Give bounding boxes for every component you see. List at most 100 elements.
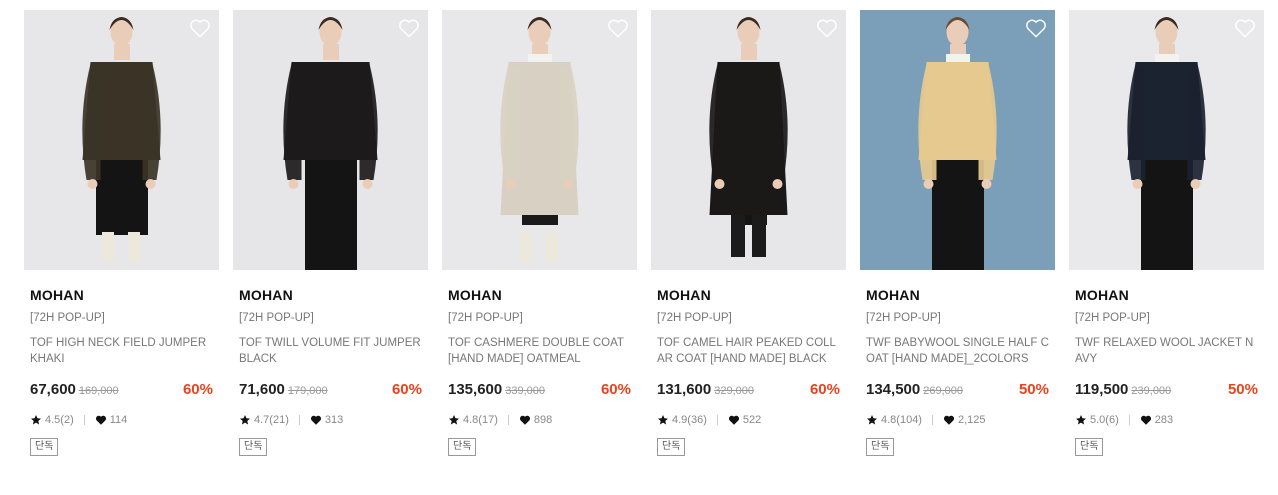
brand-name[interactable]: MOHAN: [866, 287, 1049, 303]
wishlist-heart-icon[interactable]: [607, 18, 629, 38]
exclusive-badge: 단독: [1075, 438, 1104, 456]
like-count: 522: [742, 414, 762, 426]
star-icon: [657, 414, 669, 426]
original-price: 269,000: [923, 385, 963, 397]
rating-value: 4.7(21): [254, 414, 289, 426]
divider: [716, 415, 718, 425]
product-card[interactable]: MOHAN [72H POP-UP] TOF CAMEL HAIR PEAKED C…: [651, 10, 846, 480]
price-row: 71,600 179,000 60%: [239, 381, 422, 401]
heart-icon: [728, 414, 740, 426]
wishlist-heart-icon[interactable]: [1025, 18, 1047, 38]
product-grid: MOHAN [72H POP-UP] TOF HIGH NECK FIELD JUM…: [0, 0, 1278, 495]
star-icon: [239, 414, 251, 426]
review-meta: 4.9(36) 522: [657, 413, 840, 427]
heart-icon: [943, 414, 955, 426]
star-icon: [1075, 414, 1087, 426]
product-card[interactable]: MOHAN [72H POP-UP] TOF CASHMERE DOUBLE COA…: [442, 10, 637, 480]
divider: [1128, 415, 1130, 425]
product-name[interactable]: TOF CAMEL HAIR PEAKED COLLAR COAT [HAND …: [657, 335, 840, 367]
discount-rate: 60%: [600, 381, 631, 398]
wishlist-heart-icon[interactable]: [816, 18, 838, 38]
exclusive-badge: 단독: [657, 438, 686, 456]
rating-value: 5.0(6): [1090, 414, 1119, 426]
product-image[interactable]: [233, 10, 428, 270]
heart-icon: [519, 414, 531, 426]
brand-name[interactable]: MOHAN: [1075, 287, 1258, 303]
sale-price: 119,500: [1075, 381, 1129, 398]
like-count: 898: [533, 414, 553, 426]
rating-value: 4.5(2): [45, 414, 74, 426]
star-icon: [866, 414, 878, 426]
like-count: 2,125: [957, 414, 986, 426]
price-row: 67,600 169,000 60%: [30, 381, 213, 401]
star-icon: [448, 414, 460, 426]
product-name[interactable]: TOF CASHMERE DOUBLE COAT [HAND MADE] OAT…: [448, 335, 631, 367]
sale-price: 134,500: [866, 381, 921, 398]
wishlist-heart-icon[interactable]: [189, 18, 211, 38]
divider: [507, 415, 509, 425]
brand-name[interactable]: MOHAN: [448, 287, 631, 303]
review-meta: 5.0(6) 283: [1075, 413, 1258, 427]
product-card[interactable]: MOHAN [72H POP-UP] TWF RELAXED WOOL JACKET…: [1069, 10, 1264, 480]
heart-icon: [1140, 414, 1152, 426]
sale-price: 135,600: [448, 381, 503, 398]
exclusive-badge: 단독: [866, 438, 895, 456]
product-image[interactable]: [860, 10, 1055, 270]
price-row: 119,500 239,000 50%: [1075, 381, 1258, 401]
product-image[interactable]: [1069, 10, 1264, 270]
product-image[interactable]: [651, 10, 846, 270]
wishlist-heart-icon[interactable]: [1234, 18, 1256, 38]
rating-value: 4.8(104): [881, 414, 922, 426]
star-icon: [30, 414, 42, 426]
product-name[interactable]: TOF HIGH NECK FIELD JUMPER KHAKI: [30, 335, 213, 367]
exclusive-badge: 단독: [30, 438, 59, 456]
original-price: 329,000: [714, 385, 754, 397]
divider: [83, 415, 85, 425]
divider: [298, 415, 300, 425]
promo-tag: [72H POP-UP]: [1075, 312, 1150, 324]
like-count: 313: [324, 414, 344, 426]
promo-tag: [72H POP-UP]: [657, 312, 732, 324]
product-image[interactable]: [24, 10, 219, 270]
promo-tag: [72H POP-UP]: [866, 312, 941, 324]
brand-name[interactable]: MOHAN: [239, 287, 422, 303]
promo-tag: [72H POP-UP]: [239, 312, 314, 324]
discount-rate: 50%: [1018, 381, 1049, 398]
original-price: 179,000: [287, 385, 328, 397]
promo-tag: [72H POP-UP]: [448, 312, 523, 324]
discount-rate: 50%: [1227, 381, 1258, 398]
heart-icon: [310, 414, 322, 426]
brand-name[interactable]: MOHAN: [657, 287, 840, 303]
rating-value: 4.9(36): [672, 414, 707, 426]
product-image[interactable]: [442, 10, 637, 270]
review-meta: 4.8(17) 898: [448, 413, 631, 427]
review-meta: 4.8(104) 2,125: [866, 413, 1049, 427]
product-name[interactable]: TWF BABYWOOL SINGLE HALF COAT [HAND MADE…: [866, 335, 1049, 367]
product-name[interactable]: TWF RELAXED WOOL JACKET NAVY: [1075, 335, 1258, 367]
product-name[interactable]: TOF TWILL VOLUME FIT JUMPER BLACK: [239, 335, 422, 367]
price-row: 135,600 339,000 60%: [448, 381, 631, 401]
product-card[interactable]: MOHAN [72H POP-UP] TOF HIGH NECK FIELD JUM…: [24, 10, 219, 480]
sale-price: 71,600: [239, 381, 285, 398]
original-price: 339,000: [505, 385, 545, 397]
discount-rate: 60%: [809, 381, 840, 398]
discount-rate: 60%: [391, 381, 422, 398]
like-count: 283: [1154, 414, 1174, 426]
discount-rate: 60%: [182, 381, 213, 398]
like-count: 114: [109, 414, 128, 426]
price-row: 134,500 269,000 50%: [866, 381, 1049, 401]
heart-icon: [95, 414, 107, 426]
price-row: 131,600 329,000 60%: [657, 381, 840, 401]
original-price: 169,000: [78, 385, 119, 397]
sale-price: 67,600: [30, 381, 76, 398]
product-card[interactable]: MOHAN [72H POP-UP] TWF BABYWOOL SINGLE HAL…: [860, 10, 1055, 480]
sale-price: 131,600: [657, 381, 712, 398]
original-price: 239,000: [1131, 385, 1172, 397]
review-meta: 4.5(2) 114: [30, 413, 213, 427]
product-card[interactable]: MOHAN [72H POP-UP] TOF TWILL VOLUME FIT JU…: [233, 10, 428, 480]
rating-value: 4.8(17): [463, 414, 498, 426]
wishlist-heart-icon[interactable]: [398, 18, 420, 38]
brand-name[interactable]: MOHAN: [30, 287, 213, 303]
exclusive-badge: 단독: [448, 438, 477, 456]
divider: [931, 415, 933, 425]
